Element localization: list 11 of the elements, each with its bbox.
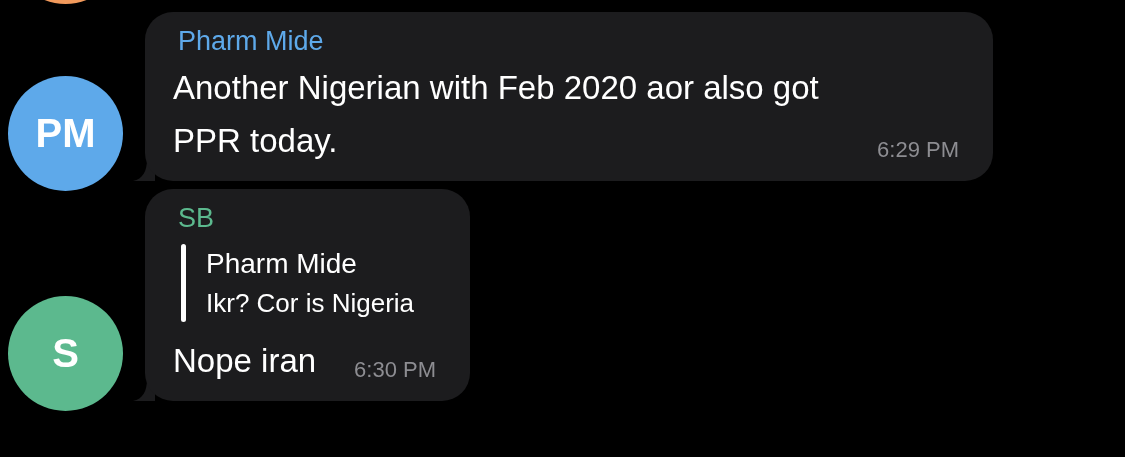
message-time: 6:30 PM [354, 356, 437, 384]
avatar: PM [8, 76, 123, 191]
message-text: Another Nigerian with Feb 2020 aor also got PPR today. [173, 68, 820, 161]
reply-quote[interactable]: Pharm Mide Ikr? Cor is Nigeria [181, 244, 437, 322]
quoted-sender: Pharm Mide [206, 247, 358, 281]
sender-name: SB [178, 203, 216, 234]
avatar: S [8, 296, 123, 411]
quoted-text: Ikr? Cor is Nigeria [206, 287, 415, 320]
sender-name: Pharm Mide [178, 26, 325, 57]
message-text: Nope iran [173, 341, 317, 381]
message-time: 6:29 PM [877, 136, 959, 164]
